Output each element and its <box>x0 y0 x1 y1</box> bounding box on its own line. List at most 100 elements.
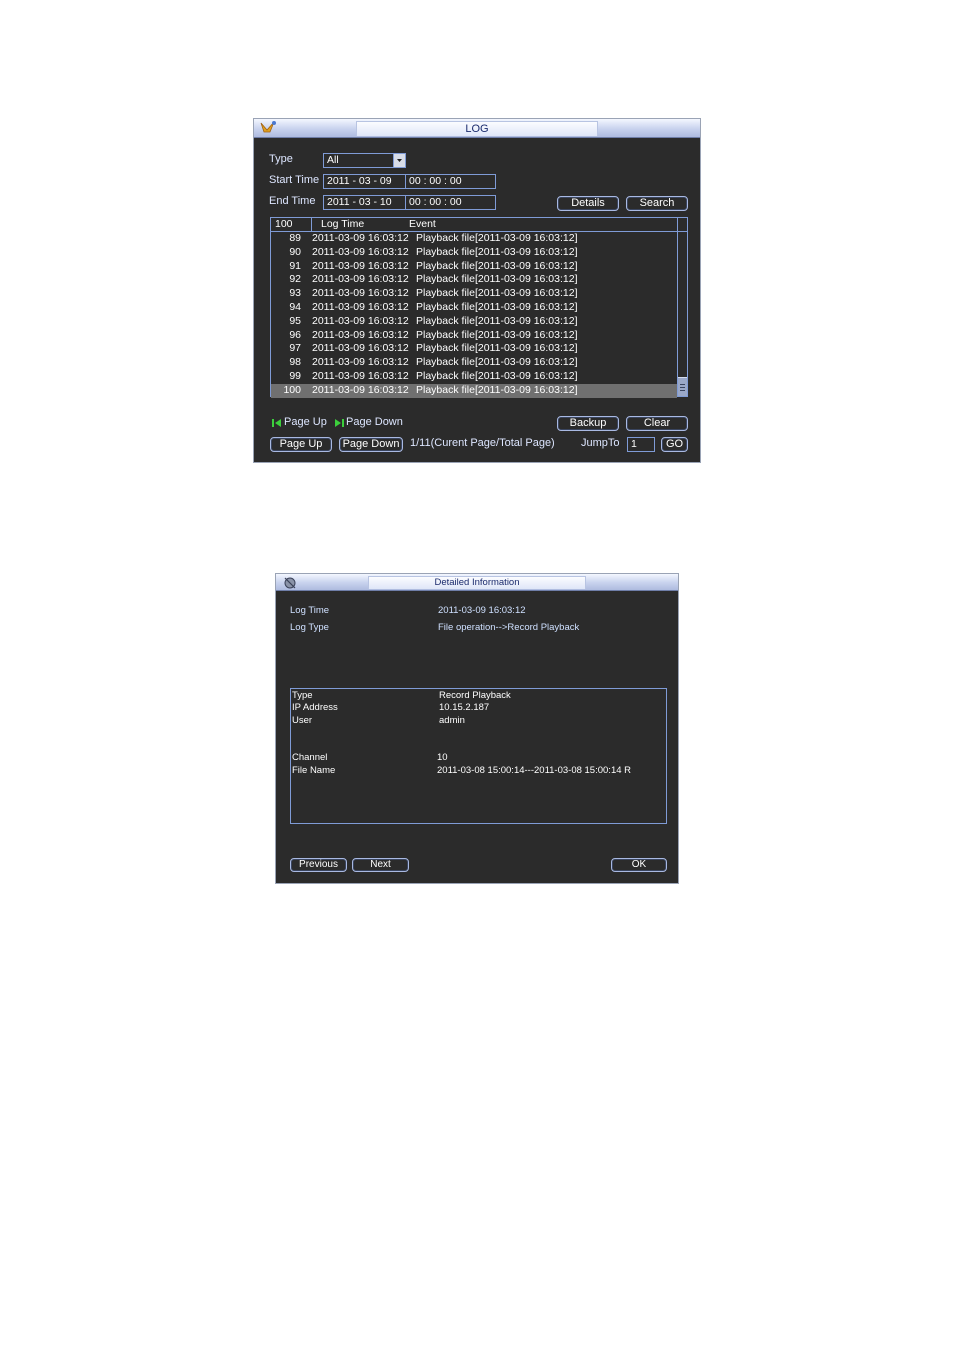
table-row[interactable]: 95 2011-03-09 16:03:12 Playback file[2011-… <box>271 315 677 329</box>
row-log-time: 2011-03-09 16:03:12 <box>312 356 409 369</box>
row-number: 91 <box>289 259 301 272</box>
row-number: 98 <box>289 356 301 369</box>
table-row[interactable]: 93 2011-03-09 16:03:12 Playback file[2011-… <box>271 287 677 301</box>
start-time-label: Start Time <box>269 174 320 186</box>
scroll-thumb[interactable] <box>678 377 687 396</box>
log-time-label: Log Time <box>290 605 330 616</box>
row-event: Playback file[2011-03-09 16:03:12] <box>416 314 578 327</box>
detail-title-bar[interactable]: Detailed Information <box>276 574 678 591</box>
header-divider <box>311 218 312 231</box>
page-up-button[interactable]: Page Up <box>270 437 332 452</box>
row-log-time: 2011-03-09 16:03:12 <box>312 245 409 258</box>
backup-button[interactable]: Backup <box>557 416 619 431</box>
start-date-input[interactable]: 2011 - 03 - 09 <box>323 174 406 189</box>
row-log-time: 2011-03-09 16:03:12 <box>312 301 409 313</box>
row-event: Playback file[2011-03-09 16:03:12] <box>416 356 578 369</box>
log-type-label: Log Type <box>290 622 329 633</box>
row-number: 94 <box>289 301 301 313</box>
table-header: 100 Log Time Event <box>271 218 687 232</box>
row-event: Playback file[2011-03-09 16:03:12] <box>416 259 578 272</box>
row-log-time: 2011-03-09 16:03:12 <box>312 314 409 327</box>
row-number: 92 <box>289 273 301 286</box>
row-log-time: 2011-03-09 16:03:12 <box>312 273 409 286</box>
ip-address-label: IP Address <box>292 702 338 713</box>
table-row[interactable]: 96 2011-03-09 16:03:12 Playback file[2011-… <box>271 329 677 343</box>
detail-box: Type Record Playback IP Address 10.15.2.… <box>290 688 667 824</box>
table-row[interactable]: 89 2011-03-09 16:03:12 Playback file[2011-… <box>271 232 677 246</box>
table-row[interactable]: 98 2011-03-09 16:03:12 Playback file[2011-… <box>271 356 677 370</box>
jump-to-input[interactable]: 1 <box>627 437 655 452</box>
search-button[interactable]: Search <box>626 196 688 211</box>
file-name-label: File Name <box>292 765 336 776</box>
go-button[interactable]: GO <box>661 437 688 452</box>
row-number: 89 <box>289 232 301 244</box>
row-event: Playback file[2011-03-09 16:03:12] <box>416 245 578 258</box>
file-name-value: 2011-03-08 15:00:14---2011-03-08 15:00:1… <box>437 765 632 776</box>
table-row[interactable]: 91 2011-03-09 16:03:12 Playback file[2011-… <box>271 260 677 274</box>
log-time-value: 2011-03-09 16:03:12 <box>438 605 526 616</box>
table-row[interactable]: 94 2011-03-09 16:03:12 Playback file[2011-… <box>271 301 677 315</box>
row-log-time: 2011-03-09 16:03:12 <box>312 383 409 396</box>
end-date-input[interactable]: 2011 - 03 - 10 <box>323 195 406 210</box>
app-logo-icon <box>260 121 276 133</box>
ok-button[interactable]: OK <box>611 858 667 872</box>
row-number: 90 <box>289 245 301 258</box>
header-event: Event <box>409 218 436 230</box>
row-number: 100 <box>283 383 301 396</box>
type-label: Type <box>269 153 293 165</box>
channel-value: 10 <box>437 752 448 763</box>
skip-forward-icon <box>335 419 344 427</box>
ip-address-value: 10.15.2.187 <box>439 702 490 713</box>
user-value: admin <box>439 715 465 726</box>
row-number: 95 <box>289 314 301 327</box>
next-button[interactable]: Next <box>352 858 409 872</box>
row-log-time: 2011-03-09 16:03:12 <box>312 328 409 341</box>
row-event: Playback file[2011-03-09 16:03:12] <box>416 273 578 286</box>
row-log-time: 2011-03-09 16:03:12 <box>312 232 409 244</box>
type-label: Type <box>292 690 313 701</box>
log-title-bar[interactable]: LOG <box>254 119 700 138</box>
row-log-time: 2011-03-09 16:03:12 <box>312 287 409 300</box>
page-up-hint-label: Page Up <box>284 416 327 428</box>
row-number: 96 <box>289 328 301 341</box>
log-type-value: File operation-->Record Playback <box>438 622 580 633</box>
jump-to-label: JumpTo <box>581 437 620 449</box>
row-number: 97 <box>289 342 301 355</box>
log-table: 100 Log Time Event 89 2011-03-09 16:03:12… <box>270 217 688 398</box>
row-number: 93 <box>289 287 301 300</box>
type-select[interactable]: All <box>323 153 406 168</box>
end-time-input[interactable]: 00 : 00 : 00 <box>405 195 496 210</box>
end-time-label: End Time <box>269 195 316 207</box>
table-row[interactable]: 92 2011-03-09 16:03:12 Playback file[2011-… <box>271 273 677 287</box>
log-title: LOG <box>356 121 598 136</box>
start-time-input[interactable]: 00 : 00 : 00 <box>405 174 496 189</box>
details-button[interactable]: Details <box>557 196 619 211</box>
header-count: 100 <box>275 218 293 230</box>
row-event: Playback file[2011-03-09 16:03:12] <box>416 301 578 313</box>
row-event: Playback file[2011-03-09 16:03:12] <box>416 383 578 396</box>
page-down-hint-label: Page Down <box>346 416 403 428</box>
row-number: 99 <box>289 370 301 382</box>
table-row[interactable]: 97 2011-03-09 16:03:12 Playback file[2011-… <box>271 342 677 356</box>
row-event: Playback file[2011-03-09 16:03:12] <box>416 370 578 382</box>
channel-label: Channel <box>292 752 328 763</box>
page-down-button[interactable]: Page Down <box>339 437 403 452</box>
previous-button[interactable]: Previous <box>290 858 347 872</box>
header-log-time: Log Time <box>321 218 365 230</box>
row-event: Playback file[2011-03-09 16:03:12] <box>416 232 578 244</box>
table-row[interactable]: 99 2011-03-09 16:03:12 Playback file[2011-… <box>271 370 677 384</box>
scrollbar[interactable] <box>677 218 687 396</box>
table-row[interactable]: 100 2011-03-09 16:03:12 Playback file[2011… <box>271 383 677 398</box>
row-log-time: 2011-03-09 16:03:12 <box>312 259 409 272</box>
user-label: User <box>292 715 313 726</box>
table-row[interactable]: 90 2011-03-09 16:03:12 Playback file[2011-… <box>271 246 677 260</box>
row-event: Playback file[2011-03-09 16:03:12] <box>416 287 578 300</box>
chevron-down-icon[interactable] <box>393 154 405 167</box>
type-select-value: All <box>327 154 339 166</box>
log-window: LOG Type All Start Time 2011 - 03 - 09 0… <box>253 118 701 463</box>
row-log-time: 2011-03-09 16:03:12 <box>312 342 409 355</box>
detail-window: Detailed Information Log Time 2011-03-09… <box>275 573 679 884</box>
row-log-time: 2011-03-09 16:03:12 <box>312 370 409 382</box>
type-value: Record Playback <box>439 690 511 701</box>
clear-button[interactable]: Clear <box>626 416 688 431</box>
